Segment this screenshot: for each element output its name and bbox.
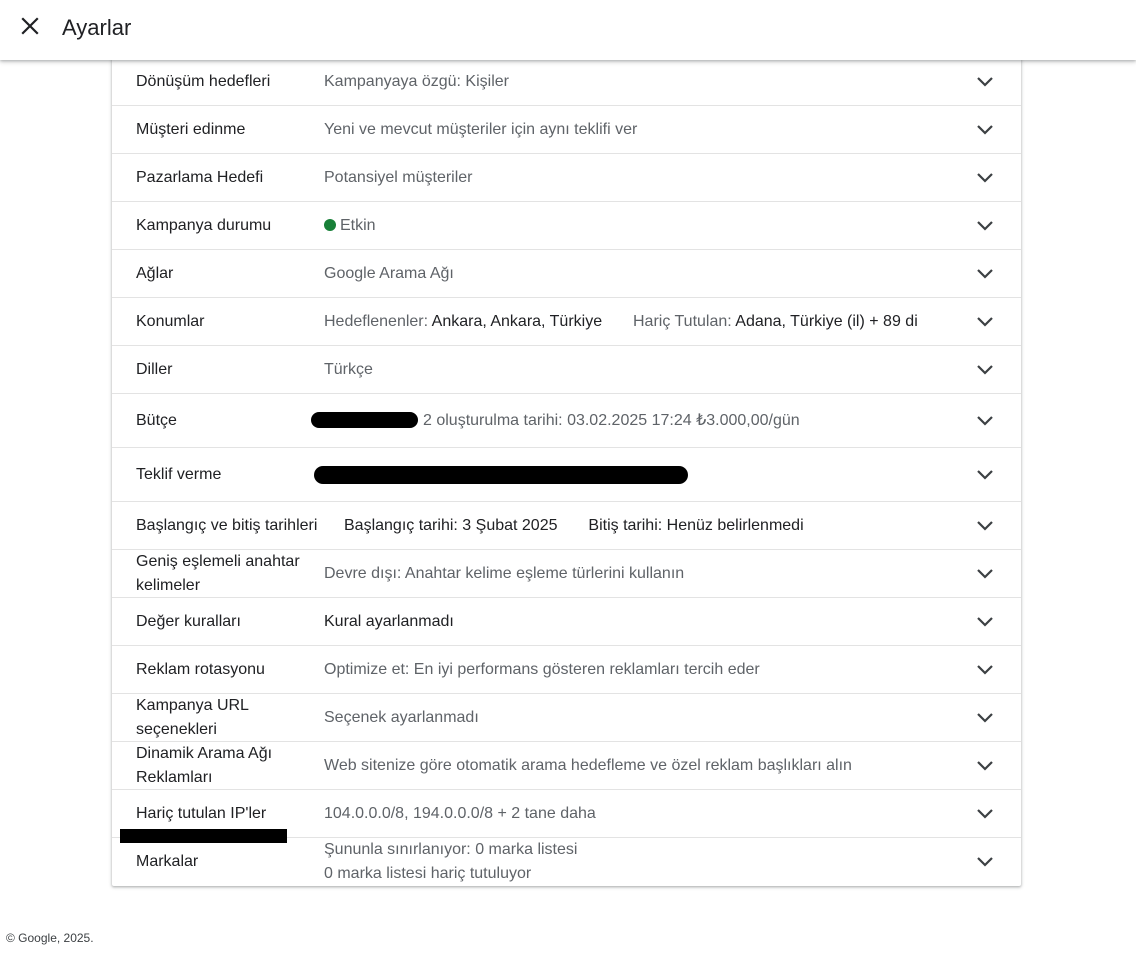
- value-line: 0 marka listesi hariç tutuluyor: [324, 865, 532, 882]
- end-date-prefix: Bitiş tarihi:: [588, 517, 663, 534]
- setting-value: Hedeflenenler: Ankara, Ankara, Türkiye H…: [324, 310, 941, 334]
- chevron-down-icon[interactable]: [974, 410, 996, 432]
- chevron-down-icon[interactable]: [974, 611, 996, 633]
- chevron-down-icon[interactable]: [974, 515, 996, 537]
- setting-label: Bütçe: [136, 412, 177, 429]
- close-button[interactable]: [12, 10, 48, 46]
- redaction-mark: [314, 466, 688, 484]
- chevron-down-icon[interactable]: [974, 359, 996, 381]
- setting-label: Pazarlama Hedefi: [136, 169, 264, 186]
- setting-row-start-end-dates[interactable]: Başlangıç ve bitiş tarihleri Başlangıç t…: [112, 502, 1021, 550]
- excluded-locations-value: Adana, Türkiye (il) + 89 di: [735, 313, 918, 330]
- setting-value: 2 oluşturulma tarihi: 03.02.2025 17:24 ₺…: [423, 412, 800, 429]
- setting-value: Kural ayarlanmadı: [324, 613, 454, 630]
- value-line: Şununla sınırlanıyor: 0 marka listesi: [324, 841, 578, 858]
- setting-row-broad-match-keywords[interactable]: Geniş eşlemeli anahtar kelimeler Devre d…: [112, 550, 1021, 598]
- setting-value: Optimize et: En iyi performans gösteren …: [324, 661, 760, 678]
- top-app-bar: Ayarlar: [0, 0, 1136, 60]
- setting-row-conversion-goals[interactable]: Dönüşüm hedefleri Kampanyaya özgü: Kişil…: [112, 58, 1021, 106]
- label-line: Kampanya URL: [136, 697, 249, 714]
- setting-row-value-rules[interactable]: Değer kuralları Kural ayarlanmadı: [112, 598, 1021, 646]
- setting-value: Devre dışı: Anahtar kelime eşleme türler…: [324, 565, 685, 582]
- setting-value: Başlangıç tarihi: 3 Şubat 2025 Bitiş tar…: [344, 514, 941, 538]
- start-date-value: 3 Şubat 2025: [462, 517, 558, 534]
- setting-label: Markalar: [136, 853, 199, 870]
- setting-row-budget[interactable]: Bütçe 2 oluşturulma tarihi: 03.02.2025 1…: [112, 394, 1021, 448]
- label-line: Reklamları: [136, 769, 213, 786]
- redaction-mark: [311, 412, 418, 428]
- setting-row-languages[interactable]: Diller Türkçe: [112, 346, 1021, 394]
- targeted-locations-prefix: Hedeflenenler:: [324, 313, 429, 330]
- setting-label: Kampanya URL seçenekleri: [136, 694, 336, 742]
- copyright-footer: © Google, 2025.: [6, 931, 94, 945]
- setting-label: Konumlar: [136, 313, 205, 330]
- setting-value: Web sitenize göre otomatik arama hedefle…: [324, 757, 852, 774]
- targeted-locations-value: Ankara, Ankara, Türkiye: [431, 313, 603, 330]
- setting-row-networks[interactable]: Ağlar Google Arama Ağı: [112, 250, 1021, 298]
- chevron-down-icon[interactable]: [974, 563, 996, 585]
- setting-label: Reklam rotasyonu: [136, 661, 265, 678]
- setting-label: Değer kuralları: [136, 613, 241, 630]
- setting-value: Kampanyaya özgü: Kişiler: [324, 73, 509, 90]
- chevron-down-icon[interactable]: [974, 851, 996, 873]
- setting-row-brands[interactable]: Markalar Şununla sınırlanıyor: 0 marka l…: [112, 838, 1021, 886]
- setting-label: Dinamik Arama Ağı Reklamları: [136, 742, 336, 790]
- close-icon: [20, 16, 40, 41]
- excluded-locations-prefix: Hariç Tutulan:: [633, 313, 732, 330]
- chevron-down-icon[interactable]: [974, 311, 996, 333]
- setting-row-customer-acquisition[interactable]: Müşteri edinme Yeni ve mevcut müşteriler…: [112, 106, 1021, 154]
- setting-row-campaign-url-options[interactable]: Kampanya URL seçenekleri Seçenek ayarlan…: [112, 694, 1021, 742]
- label-line: Geniş eşlemeli anahtar: [136, 553, 300, 570]
- chevron-down-icon[interactable]: [974, 119, 996, 141]
- status-dot-icon: [324, 219, 336, 231]
- setting-label: Kampanya durumu: [136, 217, 272, 234]
- setting-label: Diller: [136, 361, 173, 378]
- setting-value: Etkin: [324, 214, 941, 238]
- setting-label: Geniş eşlemeli anahtar kelimeler: [136, 550, 336, 598]
- setting-row-dynamic-search-ads[interactable]: Dinamik Arama Ağı Reklamları Web siteniz…: [112, 742, 1021, 790]
- setting-value: Google Arama Ağı: [324, 265, 454, 282]
- start-date-prefix: Başlangıç tarihi:: [344, 517, 458, 534]
- setting-label: Teklif verme: [136, 466, 222, 483]
- setting-value: Potansiyel müşteriler: [324, 169, 473, 186]
- chevron-down-icon[interactable]: [974, 263, 996, 285]
- setting-label: Müşteri edinme: [136, 121, 246, 138]
- setting-value: Yeni ve mevcut müşteriler için aynı tekl…: [324, 121, 638, 138]
- label-line: seçenekleri: [136, 721, 217, 738]
- chevron-down-icon[interactable]: [974, 71, 996, 93]
- page-title: Ayarlar: [62, 15, 132, 40]
- chevron-down-icon[interactable]: [974, 755, 996, 777]
- setting-row-locations[interactable]: Konumlar Hedeflenenler: Ankara, Ankara, …: [112, 298, 1021, 346]
- setting-label: Hariç tutulan IP'ler: [136, 805, 267, 822]
- setting-value: 104.0.0.0/8, 194.0.0.0/8 + 2 tane daha: [324, 805, 596, 822]
- setting-value: Seçenek ayarlanmadı: [324, 709, 479, 726]
- chevron-down-icon[interactable]: [974, 707, 996, 729]
- label-line: kelimeler: [136, 577, 201, 594]
- setting-row-ad-rotation[interactable]: Reklam rotasyonu Optimize et: En iyi per…: [112, 646, 1021, 694]
- setting-label: Ağlar: [136, 265, 174, 282]
- chevron-down-icon[interactable]: [974, 659, 996, 681]
- status-text: Etkin: [340, 217, 376, 234]
- setting-value: Şununla sınırlanıyor: 0 marka listesi 0 …: [324, 838, 941, 886]
- setting-row-excluded-ips[interactable]: Hariç tutulan IP'ler 104.0.0.0/8, 194.0.…: [112, 790, 1021, 843]
- chevron-down-icon[interactable]: [974, 464, 996, 486]
- settings-card: Dönüşüm hedefleri Kampanyaya özgü: Kişil…: [112, 58, 1021, 886]
- label-line: Dinamik Arama Ağı: [136, 745, 273, 762]
- end-date-value: Henüz belirlenmedi: [666, 517, 804, 534]
- setting-row-campaign-status[interactable]: Kampanya durumu Etkin: [112, 202, 1021, 250]
- chevron-down-icon[interactable]: [974, 167, 996, 189]
- chevron-down-icon[interactable]: [974, 803, 996, 825]
- setting-label: Dönüşüm hedefleri: [136, 73, 271, 90]
- setting-row-bidding[interactable]: Teklif verme: [112, 448, 1021, 502]
- setting-label: Başlangıç ve bitiş tarihleri: [136, 517, 318, 534]
- setting-row-marketing-objective[interactable]: Pazarlama Hedefi Potansiyel müşteriler: [112, 154, 1021, 202]
- chevron-down-icon[interactable]: [974, 215, 996, 237]
- setting-value: Türkçe: [324, 361, 373, 378]
